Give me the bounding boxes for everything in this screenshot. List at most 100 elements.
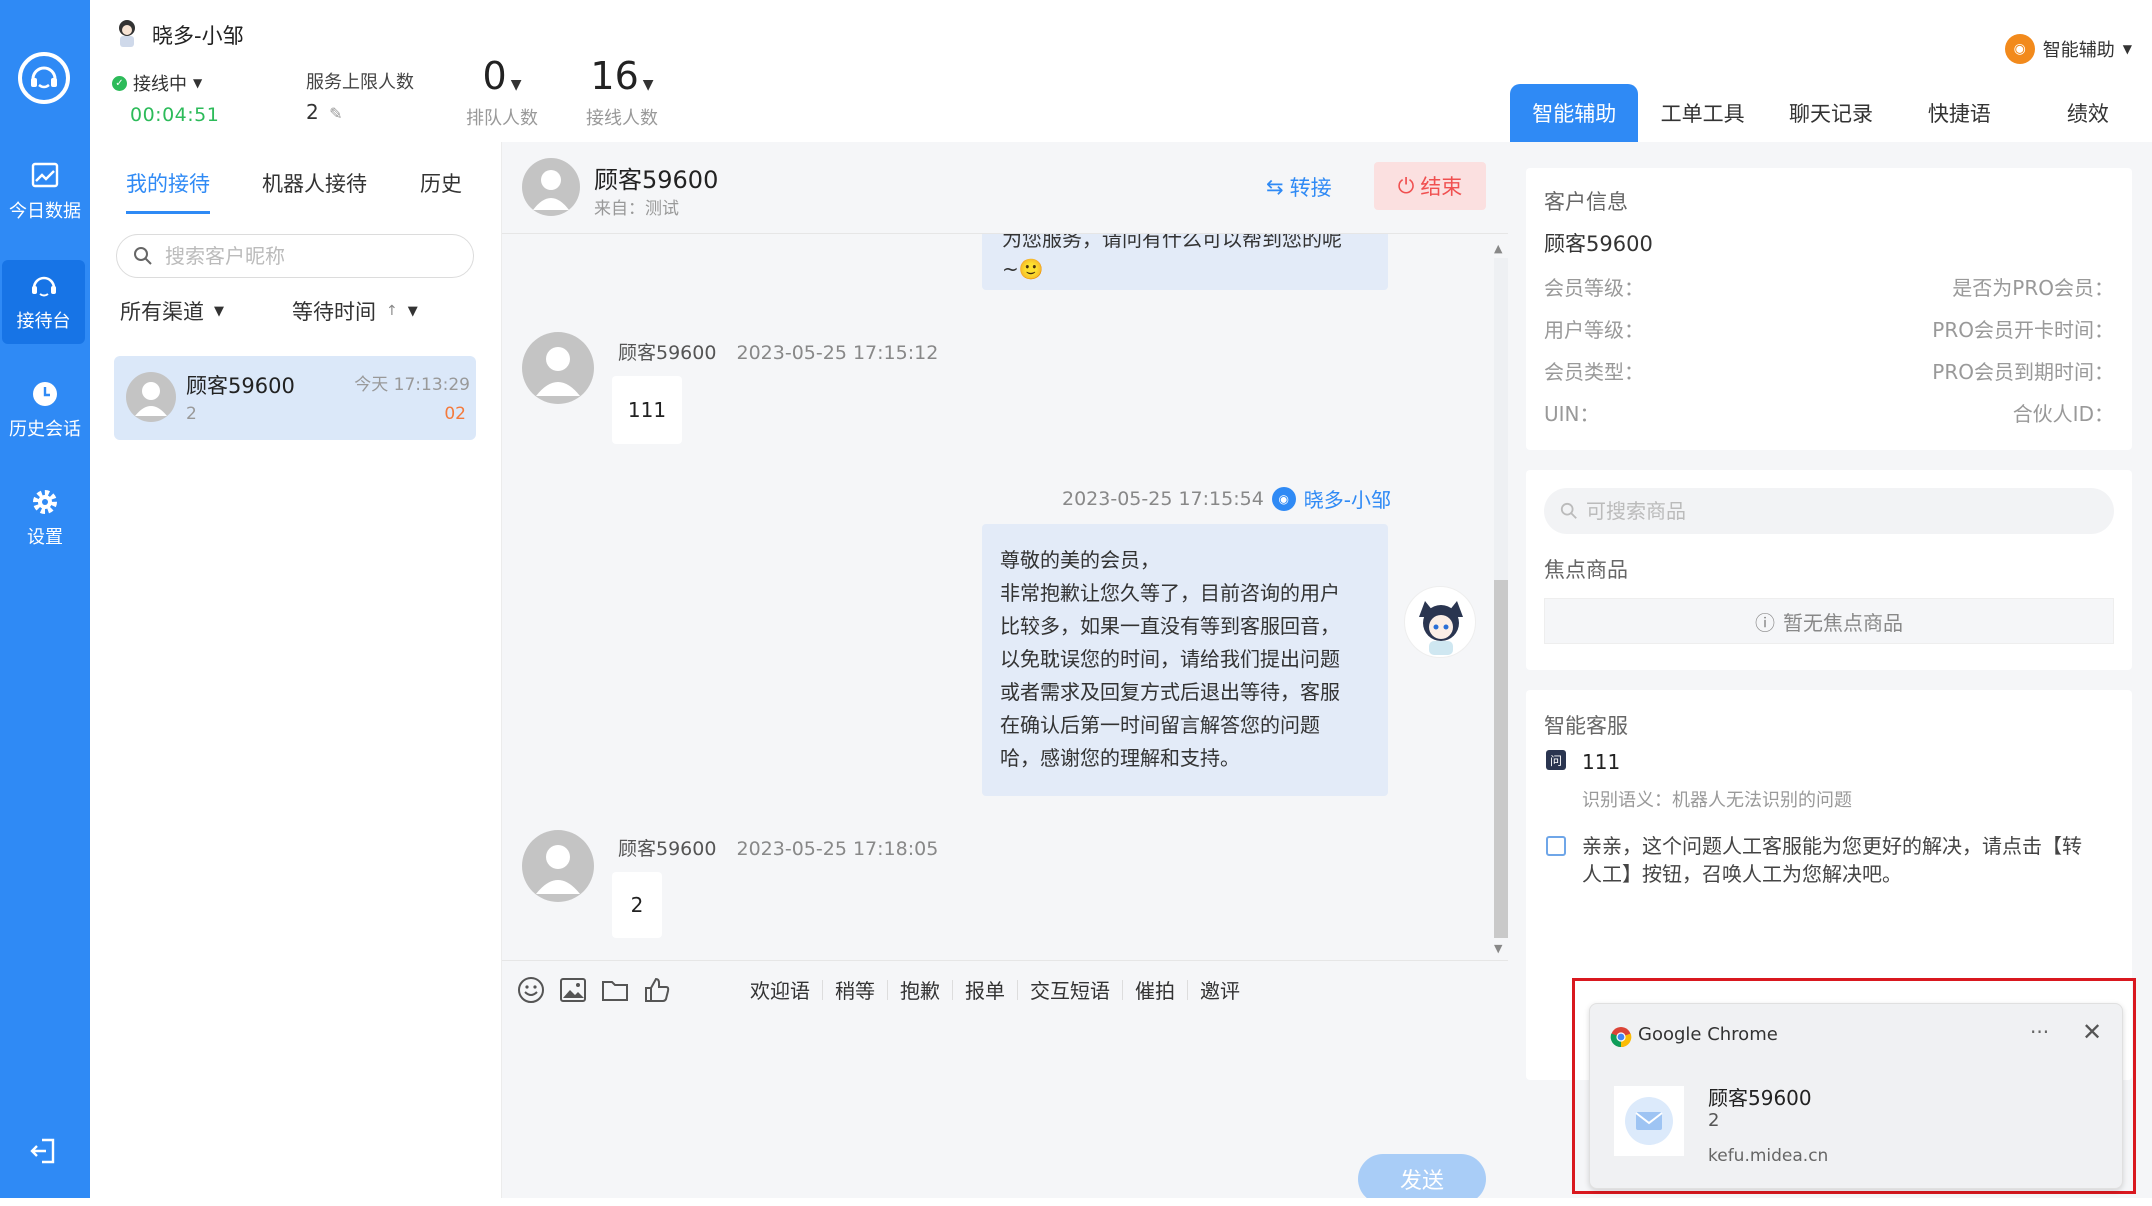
session-tabs: 我的接待 机器人接待 历史 (90, 168, 502, 218)
message-line: 哈，感谢您的理解和支持。 (1000, 746, 1240, 770)
pro-expire-label: PRO会员到期时间： (1932, 360, 2114, 384)
smart-question: 111 (1582, 750, 1621, 774)
partner-id-label: 合伙人ID： (2012, 402, 2114, 426)
product-search-input[interactable] (1586, 499, 2066, 523)
end-session-button[interactable]: ⏻ 结束 (1374, 162, 1486, 210)
rail-item-settings[interactable]: 设置 (0, 476, 90, 560)
agent-message-bubble: 尊敬的美的会员， 非常抱歉让您久等了，目前咨询的用户 比较多，如果一直没有等到客… (982, 524, 1388, 796)
chrome-notification[interactable]: Google Chrome ··· ✕ 顾客59600 2 kefu.midea… (1589, 1003, 2123, 1189)
rail-item-label: 今日数据 (9, 201, 81, 222)
tab-performance[interactable]: 绩效 (2024, 84, 2152, 142)
tab-ticket-tools[interactable]: 工单工具 (1638, 84, 1766, 142)
composer-toolbar: 欢迎语 稍等 抱歉 报单 交互短语 催拍 邀评 (502, 960, 1508, 1018)
smart-answer-line: 人工】按钮，召唤人工为您解决吧。 (1582, 862, 1902, 886)
tab-quick-phrases[interactable]: 快捷语 (1895, 84, 2023, 142)
app-window: 今日数据 接待台 历史会话 设置 晓多-小邹 ✓ 接线中 ▼ 00:04:51 … (0, 0, 2152, 1198)
image-icon[interactable] (558, 975, 588, 1005)
online-timer: 00:04:51 (130, 104, 220, 126)
folder-icon[interactable] (600, 975, 630, 1005)
quick-reply-order[interactable]: 报单 (965, 975, 1005, 1004)
avatar (126, 372, 176, 422)
more-options-icon[interactable]: ··· (2030, 1020, 2049, 1044)
quick-reply-review[interactable]: 邀评 (1200, 975, 1240, 1004)
service-limit-number: 2 (306, 100, 319, 124)
arrow-up-icon: ↑ (386, 303, 398, 319)
end-label: 结束 (1420, 175, 1463, 199)
rail-item-label: 接待台 (16, 311, 71, 332)
agent-name: 晓多-小邹 (152, 24, 244, 48)
transfer-button[interactable]: ⇆ 转接 (1266, 172, 1332, 202)
user-level-label: 用户等级： (1544, 318, 1644, 342)
smart-assist-dropdown[interactable]: ◉ 智能辅助 ▼ (2004, 34, 2132, 64)
quick-reply-sorry[interactable]: 抱歉 (900, 975, 940, 1004)
power-icon: ⏻ (1397, 173, 1415, 198)
tab-robot-reception[interactable]: 机器人接待 (262, 168, 367, 198)
rail-item-label: 设置 (27, 527, 63, 548)
quick-reply-bar: 欢迎语 稍等 抱歉 报单 交互短语 催拍 邀评 (750, 975, 1240, 1004)
message-line: 在确认后第一时间留言解答您的问题 (1000, 713, 1320, 737)
focus-product-empty: ⓘ 暂无焦点商品 (1544, 598, 2114, 644)
message-line: 非常抱歉让您久等了，目前咨询的用户 (1000, 581, 1340, 605)
customer-search-input[interactable] (165, 244, 425, 268)
message-line: 比较多，如果一直没有等到客服回音， (1000, 614, 1340, 638)
tab-smart-assist[interactable]: 智能辅助 (1510, 84, 1639, 142)
channel-filter-label: 所有渠道 (120, 300, 204, 324)
queue-label: 排队人数 (466, 108, 538, 129)
rail-item-reception-desk[interactable]: 接待台 (2, 260, 85, 344)
uin-label: UIN： (1544, 402, 1600, 426)
message-scrollbar[interactable]: ▲ ▼ (1488, 238, 1508, 960)
tab-chat-history[interactable]: 聊天记录 (1767, 84, 1895, 142)
logout-icon[interactable] (28, 1136, 58, 1166)
caret-down-icon: ▼ (510, 76, 522, 93)
thumbs-up-icon[interactable] (642, 975, 672, 1005)
rail-item-history-sessions[interactable]: 历史会话 (0, 368, 90, 452)
chat-customer-name: 顾客59600 (594, 166, 719, 194)
wait-time-label: 等待时间 (292, 300, 376, 324)
session-customer-name: 顾客59600 (186, 374, 295, 398)
robot-icon: ◉ (1271, 486, 1296, 511)
pro-member-label: 是否为PRO会员： (1952, 276, 2114, 300)
product-card: 焦点商品 ⓘ 暂无焦点商品 (1526, 470, 2132, 670)
focus-empty-text: 暂无焦点商品 (1783, 610, 1903, 635)
chat-panel: 顾客59600 来自：测试 ⇆ 转接 ⏻ 结束 为您服务，请问有什么可以帮到您的… (502, 142, 1508, 1198)
service-limit-label: 服务上限人数 (306, 72, 414, 93)
mail-icon (1625, 1097, 1673, 1145)
emoji-icon[interactable] (516, 975, 546, 1005)
quick-reply-welcome[interactable]: 欢迎语 (750, 975, 810, 1004)
served-stat[interactable]: 16 ▼ 接线人数 (586, 54, 658, 130)
session-time: 今天 17:13:29 (354, 375, 470, 395)
session-item[interactable]: 顾客59600 2 今天 17:13:29 02 (114, 356, 476, 440)
app-logo-icon (18, 52, 70, 104)
quick-reply-wait[interactable]: 稍等 (835, 975, 875, 1004)
info-row: 用户等级： PRO会员开卡时间： (1544, 314, 2114, 343)
queue-stat[interactable]: 0 ▼ 排队人数 (466, 54, 538, 130)
rail-item-label: 历史会话 (9, 419, 81, 440)
send-button[interactable]: 发送 (1358, 1154, 1486, 1198)
message-line: 或者需求及回复方式后退出等待，客服 (1000, 680, 1340, 704)
clock-icon (33, 382, 57, 406)
status-label: 接线中 (133, 74, 187, 95)
tab-my-reception[interactable]: 我的接待 (126, 168, 210, 214)
avatar (522, 158, 580, 216)
close-icon[interactable]: ✕ (2082, 1018, 2102, 1046)
quick-reply-urge[interactable]: 催拍 (1135, 975, 1175, 1004)
agent-message-bubble: 为您服务，请问有什么可以帮到您的呢 ~🙂 (982, 234, 1388, 290)
scroll-down-icon[interactable]: ▼ (1494, 942, 1502, 955)
scroll-thumb[interactable] (1494, 580, 1508, 938)
wait-time-sort-dropdown[interactable]: 等待时间 ↑ ▼ (292, 296, 418, 326)
service-limit-value[interactable]: 2 ✎ (306, 100, 343, 124)
chart-icon (31, 162, 59, 188)
channel-filter-dropdown[interactable]: 所有渠道 ▼ (120, 296, 224, 326)
message-text: ~🙂 (1002, 257, 1044, 281)
rail-item-today-data[interactable]: 今日数据 (0, 150, 90, 234)
chevron-down-icon: ▼ (193, 76, 203, 90)
quick-reply-interaction[interactable]: 交互短语 (1030, 975, 1110, 1004)
smart-answer-line: 亲亲，这个问题人工客服能为您更好的解决，请点击【转 (1582, 834, 2082, 858)
tab-history[interactable]: 历史 (420, 168, 462, 198)
online-status-dropdown[interactable]: ✓ 接线中 ▼ (112, 70, 202, 96)
edit-icon[interactable]: ✎ (329, 104, 342, 123)
scroll-up-icon[interactable]: ▲ (1494, 242, 1502, 255)
transfer-label: 转接 (1289, 176, 1332, 200)
message-input-area[interactable] (502, 1018, 1508, 1198)
customer-info-card: 客户信息 顾客59600 会员等级： 是否为PRO会员： 用户等级： PRO会员… (1526, 168, 2132, 450)
